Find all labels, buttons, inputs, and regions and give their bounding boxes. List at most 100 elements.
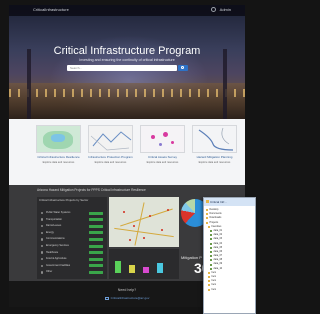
card-description: Explore data and resources — [198, 160, 231, 164]
sector-dot-icon — [41, 231, 44, 234]
sector-label: Energy — [46, 230, 54, 234]
sector-dot-icon — [41, 218, 44, 221]
sector-badge — [89, 211, 103, 215]
card-thumbnail[interactable] — [36, 125, 81, 153]
sector-row[interactable]: Emergency Services — [41, 244, 103, 248]
sector-label: Emergency Services — [46, 244, 69, 247]
folder-icon — [206, 209, 209, 212]
sector-row[interactable]: Healthcare — [41, 251, 103, 255]
sector-dot-icon — [41, 257, 44, 261]
dashboard-bar-chart — [109, 249, 179, 279]
sector-label: Dams/Levees — [46, 224, 62, 228]
sector-row[interactable]: Public Water Systems — [41, 211, 103, 215]
hero-subtitle: Investing and ensuring the continuity of… — [79, 58, 175, 62]
folder-icon — [208, 280, 211, 283]
explorer-item-label: Item — [211, 287, 217, 291]
sector-dot-icon — [41, 224, 44, 228]
sector-row[interactable]: Communications — [41, 237, 103, 241]
sector-list-panel: Critical Infrastructure Projects by Sect… — [37, 197, 107, 279]
signin-link[interactable]: Admin — [220, 7, 231, 12]
card-description: Explore data and resources — [94, 160, 127, 164]
dashboard-map[interactable] — [109, 197, 179, 247]
sector-dot-icon — [41, 211, 44, 215]
explorer-title: Critical Infr... — [210, 200, 227, 204]
card-title[interactable]: Hazard Mitigation Planning — [192, 155, 237, 160]
search-icon — [181, 66, 184, 69]
card-description: Explore data and resources — [42, 160, 75, 164]
file-icon — [210, 250, 213, 253]
sector-dot-icon — [41, 264, 44, 267]
explorer-tree[interactable]: Desktop Documents Downloads Projects Favorit… — [204, 208, 255, 292]
sector-row[interactable]: Transportation — [41, 218, 103, 222]
sector-badge — [89, 251, 103, 255]
hero-banner: Critical Infrastructure Program Investin… — [9, 5, 245, 119]
gallery-card[interactable]: Critical Assets Survey Explore data and … — [140, 125, 185, 181]
panel-header: Critical Infrastructure Projects by Sect… — [39, 198, 89, 202]
folder-icon — [208, 225, 211, 228]
sector-badge — [89, 237, 103, 241]
sector-row[interactable]: Food & Agriculture — [41, 257, 103, 261]
gallery-card[interactable]: Infrastructure Protection Program Explor… — [88, 125, 133, 181]
folder-icon — [206, 213, 209, 216]
sector-badge — [89, 270, 103, 274]
card-thumbnail[interactable] — [192, 125, 237, 153]
dashboard-title: Arizona Hazard Mitigation Projects for P… — [37, 188, 146, 192]
sector-badge — [89, 231, 103, 235]
file-explorer-window[interactable]: Critical Infr... Desktop Documents Downloa… — [203, 197, 256, 314]
sector-row[interactable]: Energy — [41, 231, 103, 235]
folder-icon — [208, 288, 211, 291]
folder-icon — [208, 271, 211, 274]
gallery-card[interactable]: Hazard Mitigation Planning Explore data … — [192, 125, 237, 181]
sector-badge — [89, 264, 103, 268]
sector-label: Government Facilities — [46, 263, 71, 267]
search-button[interactable] — [178, 65, 188, 71]
card-title[interactable]: Critical Infrastructure Resilience — [36, 155, 81, 160]
mail-icon — [104, 296, 109, 300]
file-icon — [210, 267, 213, 270]
sector-label: Public Water Systems — [46, 211, 71, 214]
sector-dot-icon — [41, 271, 44, 274]
folder-icon — [206, 221, 209, 224]
sector-label: Communications — [46, 237, 65, 241]
file-icon — [210, 242, 213, 245]
sector-row[interactable]: Other — [41, 270, 103, 274]
sector-dot-icon — [41, 238, 44, 241]
file-icon — [210, 255, 213, 258]
explorer-item[interactable]: Item — [204, 288, 255, 292]
file-icon — [210, 263, 213, 266]
gear-icon[interactable] — [211, 7, 216, 12]
sector-dot-icon — [41, 244, 44, 248]
folder-icon — [205, 200, 209, 203]
file-icon — [210, 230, 213, 233]
sector-badge — [89, 218, 103, 222]
file-icon — [210, 259, 213, 262]
sector-label: Healthcare — [46, 250, 59, 254]
file-icon — [210, 238, 213, 241]
sector-row[interactable]: Government Facilities — [41, 264, 103, 268]
sector-badge — [89, 244, 103, 248]
card-thumbnail[interactable] — [140, 125, 185, 153]
hero-lights-image — [9, 89, 245, 97]
search-input[interactable]: Search... — [67, 65, 177, 71]
explorer-titlebar[interactable]: Critical Infr... — [204, 198, 255, 206]
contact-email[interactable]: CriticalInfrastructure@az.gov — [111, 296, 150, 300]
sector-label: Food & Agriculture — [46, 257, 67, 261]
card-gallery: Critical Infrastructure Resilience Explo… — [9, 119, 245, 185]
hero-title: Critical Infrastructure Program — [53, 45, 201, 57]
site-brand[interactable]: CriticalInfrastructure — [33, 7, 69, 12]
sector-label: Other — [46, 270, 53, 274]
folder-icon — [208, 276, 211, 279]
card-thumbnail[interactable] — [88, 125, 133, 153]
sector-row[interactable]: Dams/Levees — [41, 224, 103, 228]
card-title[interactable]: Critical Assets Survey — [140, 155, 185, 160]
top-navigation: CriticalInfrastructure Admin — [9, 5, 245, 16]
card-description: Explore data and resources — [146, 160, 179, 164]
folder-icon — [208, 284, 211, 287]
gallery-card[interactable]: Critical Infrastructure Resilience Explo… — [36, 125, 81, 181]
file-icon — [210, 246, 213, 249]
sector-dot-icon — [41, 251, 44, 254]
file-icon — [210, 234, 213, 237]
sector-badge — [89, 224, 103, 228]
card-title[interactable]: Infrastructure Protection Program — [88, 155, 133, 160]
sector-badge — [89, 257, 103, 261]
